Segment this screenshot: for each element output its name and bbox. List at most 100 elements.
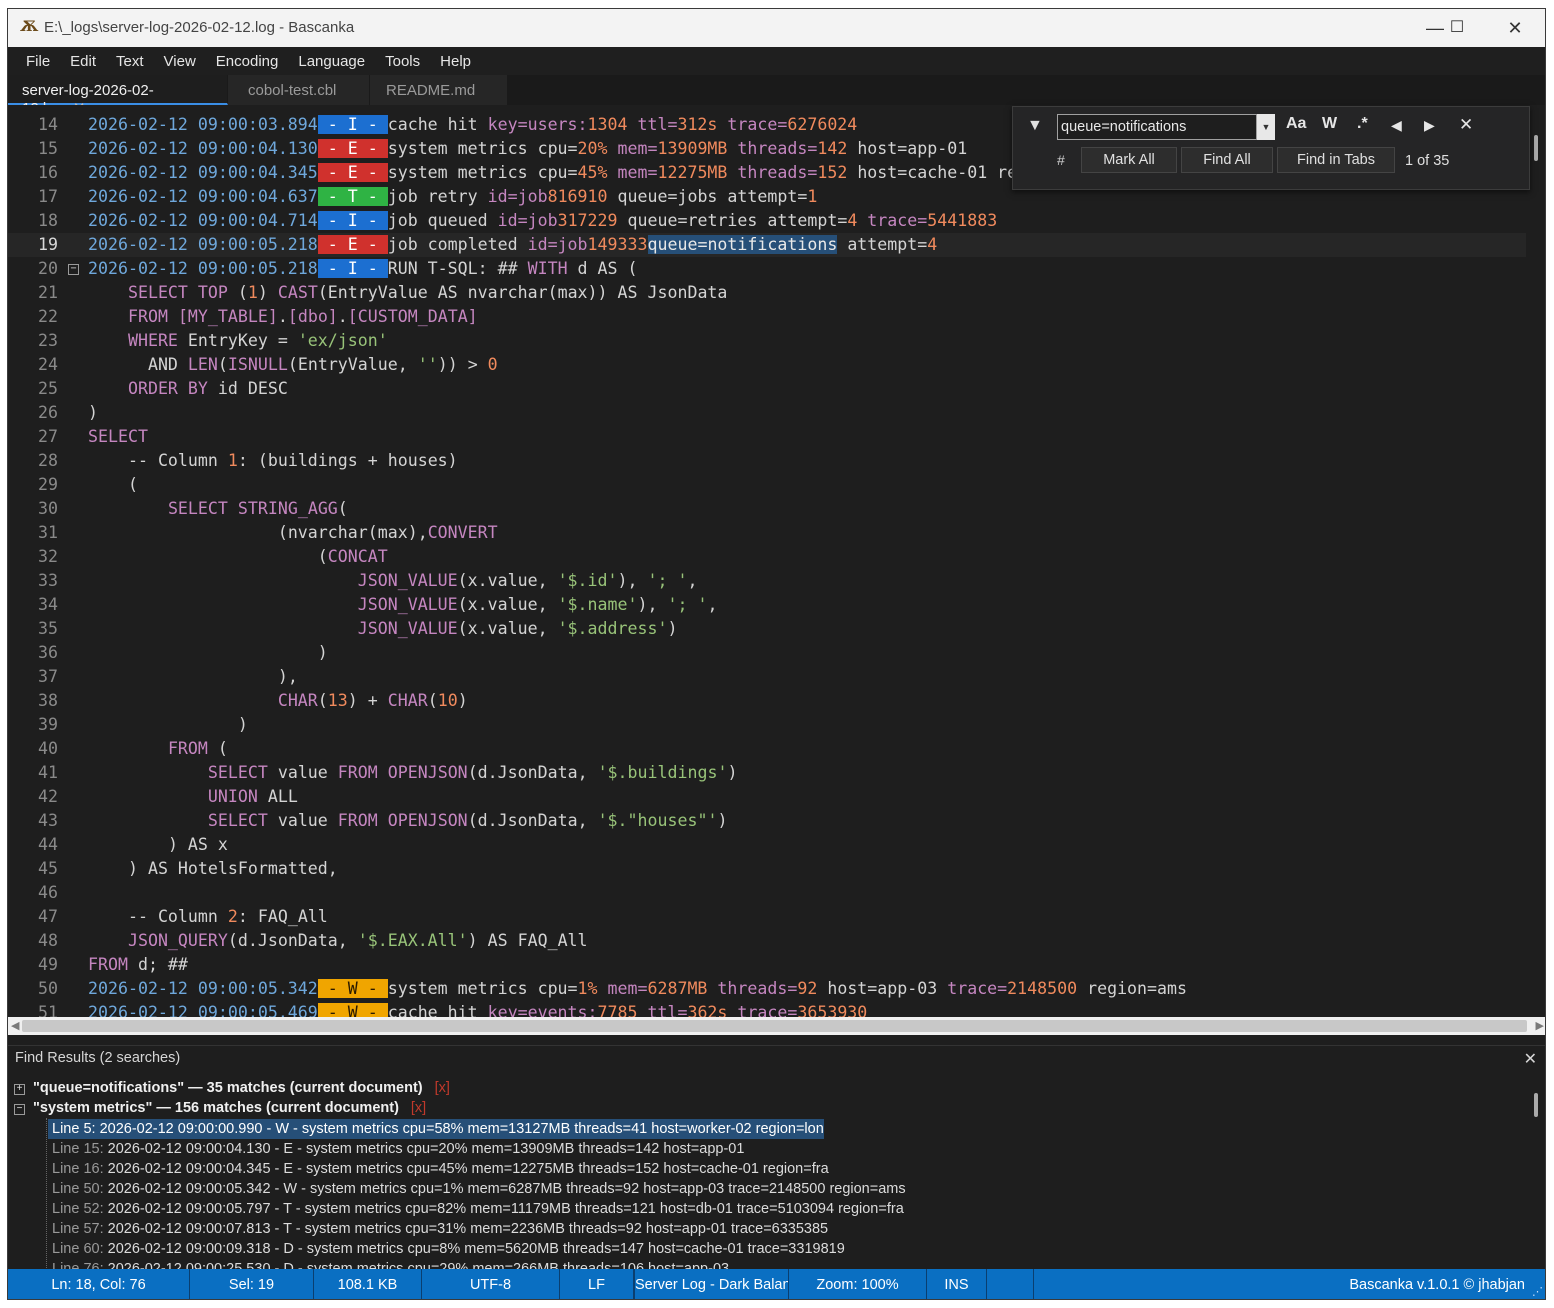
code-line[interactable]: 40 FROM ( <box>8 737 1526 761</box>
code-line[interactable]: 18 2026-02-12 09:00:04.714 - I - job queu… <box>8 209 1526 233</box>
scroll-right-icon[interactable]: ▶ <box>1536 1019 1544 1032</box>
code-line[interactable]: 21 SELECT TOP (1) CAST(EntryValue AS nva… <box>8 281 1526 305</box>
code-line[interactable]: 35 JSON_VALUE(x.value, '$.address') <box>8 617 1526 641</box>
search-group-queue[interactable]: + "queue=notifications" — 35 matches (cur… <box>14 1080 450 1100</box>
result-match-row[interactable]: Line 57: 2026-02-12 09:00:07.813 - T - s… <box>48 1219 828 1239</box>
toggle-replace-icon[interactable]: ▼ <box>1027 117 1043 135</box>
whole-word-toggle[interactable]: W <box>1322 115 1337 133</box>
find-previous-icon[interactable]: ◀ <box>1391 117 1402 134</box>
code-line[interactable]: 31 (nvarchar(max),CONVERT <box>8 521 1526 545</box>
find-all-button[interactable]: Find All <box>1181 147 1273 173</box>
code-line[interactable]: 26) <box>8 401 1526 425</box>
menu-help[interactable]: Help <box>430 47 481 75</box>
code-line[interactable]: 47 -- Column 2: FAQ_All <box>8 905 1526 929</box>
code-line[interactable]: 50 2026-02-12 09:00:05.342 - W - system m… <box>8 977 1526 1001</box>
result-match-row[interactable]: Line 5: 2026-02-12 09:00:00.990 - W - sy… <box>48 1119 824 1139</box>
code-line[interactable]: 46 <box>8 881 1526 905</box>
scrollbar-thumb[interactable] <box>22 1020 1527 1032</box>
tab-cobol-test[interactable]: cobol-test.cbl <box>228 75 370 105</box>
menu-tools[interactable]: Tools <box>375 47 430 75</box>
code-line[interactable]: 45 ) AS HotelsFormatted, <box>8 857 1526 881</box>
code-line[interactable]: 34 JSON_VALUE(x.value, '$.name'), '; ', <box>8 593 1526 617</box>
code-line[interactable]: 24 AND LEN(ISNULL(EntryValue, '')) > 0 <box>8 353 1526 377</box>
code-line[interactable]: 22 FROM [MY_TABLE].[dbo].[CUSTOM_DATA] <box>8 305 1526 329</box>
remove-search-button[interactable]: [x] <box>411 1100 426 1116</box>
code-line[interactable]: 36 ) <box>8 641 1526 665</box>
status-position[interactable]: Ln: 18, Col: 76 <box>8 1269 190 1299</box>
maximize-button[interactable]: ☐ <box>1434 13 1480 43</box>
editor-vertical-scrollbar[interactable] <box>1526 105 1545 1017</box>
result-match-row[interactable]: Line 16: 2026-02-12 09:00:04.345 - E - s… <box>48 1159 829 1179</box>
sql-text: ) <box>667 619 678 638</box>
find-input[interactable] <box>1057 114 1257 140</box>
menu-view[interactable]: View <box>154 47 206 75</box>
status-encoding[interactable]: UTF-8 <box>422 1269 560 1299</box>
status-line-ending[interactable]: LF <box>560 1269 634 1299</box>
status-insert-mode[interactable]: INS <box>927 1269 987 1299</box>
code-line[interactable]: 27 SELECT <box>8 425 1526 449</box>
fold-toggle-icon[interactable]: − <box>68 264 79 275</box>
code-line[interactable]: 32 (CONCAT <box>8 545 1526 569</box>
code-line[interactable]: 43 SELECT value FROM OPENJSON(d.JsonData… <box>8 809 1526 833</box>
close-results-icon[interactable]: ✕ <box>1524 1049 1537 1069</box>
code-line[interactable]: 19 2026-02-12 09:00:05.218 - E - job comp… <box>8 233 1526 257</box>
code-line[interactable]: 44 ) AS x <box>8 833 1526 857</box>
menu-text[interactable]: Text <box>106 47 154 75</box>
code-line[interactable]: 48 JSON_QUERY(d.JsonData, '$.EAX.All') A… <box>8 929 1526 953</box>
find-in-tabs-button[interactable]: Find in Tabs <box>1277 147 1395 173</box>
code-line[interactable]: 23 WHERE EntryKey = 'ex/json' <box>8 329 1526 353</box>
code-line[interactable]: 28 -- Column 1: (buildings + houses) <box>8 449 1526 473</box>
result-match-row[interactable]: Line 60: 2026-02-12 09:00:09.318 - D - s… <box>48 1239 845 1259</box>
line-number-toggle-icon[interactable]: # <box>1057 152 1065 168</box>
close-window-button[interactable]: ✕ <box>1492 13 1538 43</box>
code-line[interactable]: 25 ORDER BY id DESC <box>8 377 1526 401</box>
app-window: Ѫ E:\_logs\server-log-2026-02-12.log - B… <box>7 8 1546 1300</box>
status-zoom[interactable]: Zoom: 100% <box>789 1269 927 1299</box>
code-line[interactable]: 51 2026-02-12 09:00:05.469 - W - cache hi… <box>8 1001 1526 1017</box>
find-history-dropdown[interactable]: ▼ <box>1257 114 1275 140</box>
code-editor[interactable]: 14 2026-02-12 09:00:03.894 - I - cache hi… <box>8 105 1526 1017</box>
code-line[interactable]: 20−2026-02-12 09:00:05.218 - I - RUN T-S… <box>8 257 1526 281</box>
resize-grip-icon[interactable]: ⋰ <box>1532 1285 1543 1298</box>
menu-file[interactable]: File <box>16 47 60 75</box>
app-logo-icon: Ѫ <box>20 19 39 35</box>
results-vertical-scrollbar[interactable] <box>1526 1075 1545 1269</box>
match-case-toggle[interactable]: Aa <box>1286 115 1306 133</box>
result-match-row[interactable]: Line 52: 2026-02-12 09:00:05.797 - T - s… <box>48 1199 904 1219</box>
status-theme[interactable]: Server Log - Dark Balan <box>634 1269 789 1299</box>
search-group-system-metrics[interactable]: − "system metrics" — 156 matches (current… <box>14 1100 426 1120</box>
code-line[interactable]: 49 FROM d; ## <box>8 953 1526 977</box>
editor-horizontal-scrollbar[interactable]: ◀ ▶ <box>8 1017 1545 1035</box>
menu-language[interactable]: Language <box>288 47 375 75</box>
log-value: 2148500 <box>1007 979 1078 998</box>
mark-all-button[interactable]: Mark All <box>1081 147 1177 173</box>
result-match-row[interactable]: Line 15: 2026-02-12 09:00:04.130 - E - s… <box>48 1139 744 1159</box>
result-match-row[interactable]: Line 50: 2026-02-12 09:00:05.342 - W - s… <box>48 1179 906 1199</box>
scrollbar-thumb[interactable] <box>1534 135 1538 161</box>
log-timestamp: 2026-02-12 09:00:05.218 <box>88 235 318 254</box>
tab-server-log[interactable]: server-log-2026-02-12.log✕ <box>8 75 228 117</box>
line-content: ) <box>88 641 328 665</box>
regex-toggle[interactable]: .* <box>1357 115 1368 133</box>
scroll-left-icon[interactable]: ◀ <box>11 1019 19 1032</box>
result-text: 2026-02-12 09:00:04.345 - E - system met… <box>107 1161 829 1177</box>
code-line[interactable]: 37 ), <box>8 665 1526 689</box>
menu-edit[interactable]: Edit <box>60 47 106 75</box>
remove-search-button[interactable]: [x] <box>435 1080 450 1096</box>
code-line[interactable]: 38 CHAR(13) + CHAR(10) <box>8 689 1526 713</box>
code-line[interactable]: 30 SELECT STRING_AGG( <box>8 497 1526 521</box>
close-find-icon[interactable]: ✕ <box>1459 115 1473 135</box>
menu-encoding[interactable]: Encoding <box>206 47 289 75</box>
code-line[interactable]: 29 ( <box>8 473 1526 497</box>
code-line[interactable]: 39 ) <box>8 713 1526 737</box>
code-line[interactable]: 42 UNION ALL <box>8 785 1526 809</box>
log-message: cache hit <box>387 115 488 134</box>
code-line[interactable]: 33 JSON_VALUE(x.value, '$.id'), '; ', <box>8 569 1526 593</box>
expand-icon[interactable]: + <box>14 1084 25 1095</box>
log-message: system metrics cpu= <box>387 979 578 998</box>
collapse-icon[interactable]: − <box>14 1104 25 1115</box>
tab-readme[interactable]: README.md <box>370 75 508 105</box>
code-line[interactable]: 41 SELECT value FROM OPENJSON(d.JsonData… <box>8 761 1526 785</box>
scrollbar-thumb[interactable] <box>1534 1093 1538 1117</box>
find-next-icon[interactable]: ▶ <box>1424 117 1435 134</box>
